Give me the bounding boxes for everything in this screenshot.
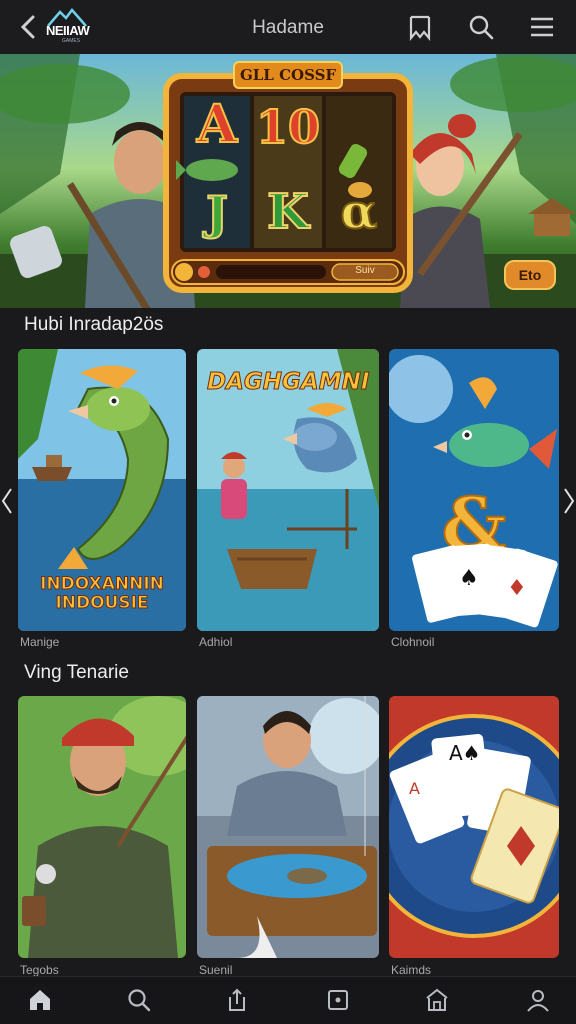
hero-side-button[interactable]: Eto <box>504 260 556 290</box>
chevron-left-icon[interactable] <box>0 486 14 516</box>
section-title-2: Ving Tenarie <box>24 662 129 683</box>
game-card-boat-fishing[interactable]: DAGHGAMNI <box>197 349 379 631</box>
card-art-text: DAGHGAMNI <box>207 369 370 396</box>
spin-button[interactable]: Suiv <box>332 265 398 276</box>
reel-symbol-k: K <box>266 183 310 241</box>
card-caption: Manige <box>20 635 60 649</box>
game-card-soldier-fishing[interactable] <box>18 696 186 958</box>
menu-icon[interactable] <box>528 13 556 41</box>
bookmark-icon[interactable] <box>406 13 434 41</box>
game-card-fish-cards[interactable]: & ♠ ♦ <box>389 349 559 631</box>
game-card-man-fish-tank[interactable] <box>197 696 379 958</box>
chevron-right-icon[interactable] <box>562 486 576 516</box>
card-caption: Tegobs <box>20 963 59 977</box>
card-caption: Clohnoil <box>391 635 435 649</box>
card-artwork: A♠ A <box>389 696 559 958</box>
store-icon[interactable] <box>424 987 450 1013</box>
bottom-nav <box>0 976 576 1024</box>
top-bar: NEIIAW GAMES Hadame <box>0 0 576 54</box>
reel-symbol-10: 10 <box>255 99 321 155</box>
card-caption: Suenil <box>199 963 233 977</box>
svg-text:♦: ♦ <box>507 576 527 601</box>
card-caption: Kaimds <box>391 963 432 977</box>
share-icon[interactable] <box>224 987 250 1013</box>
svg-text:A: A <box>409 779 420 798</box>
card-art-text: INDOXANNIN INDOUSIE <box>40 574 165 613</box>
card-artwork <box>18 696 186 958</box>
card-caption: Adhiol <box>199 635 233 649</box>
card-artwork <box>197 696 379 958</box>
slot-banner-title: GLL COSSF <box>239 66 337 84</box>
svg-text:A♠: A♠ <box>449 741 481 765</box>
search-icon[interactable] <box>467 13 495 41</box>
section-title-1: Hubi Inradap2ös <box>24 314 164 335</box>
reel-symbol-j: J <box>205 185 229 241</box>
wallet-icon[interactable] <box>325 987 351 1013</box>
game-card-playing-cards[interactable]: A♠ A <box>389 696 559 958</box>
reel-symbol-alpha: α <box>340 183 379 241</box>
hero-artwork <box>0 54 576 308</box>
home-icon[interactable] <box>27 987 53 1013</box>
profile-icon[interactable] <box>525 987 551 1013</box>
svg-text:♠: ♠ <box>459 566 479 591</box>
hero-banner[interactable]: GLL COSSF A 10 J K α Suiv Eto <box>0 54 576 308</box>
reel-symbol-a: A <box>196 93 238 156</box>
game-card-fish-jump[interactable]: INDOXANNIN INDOUSIE <box>18 349 186 631</box>
search-icon[interactable] <box>126 987 152 1013</box>
card-artwork: & ♠ ♦ <box>389 349 559 631</box>
